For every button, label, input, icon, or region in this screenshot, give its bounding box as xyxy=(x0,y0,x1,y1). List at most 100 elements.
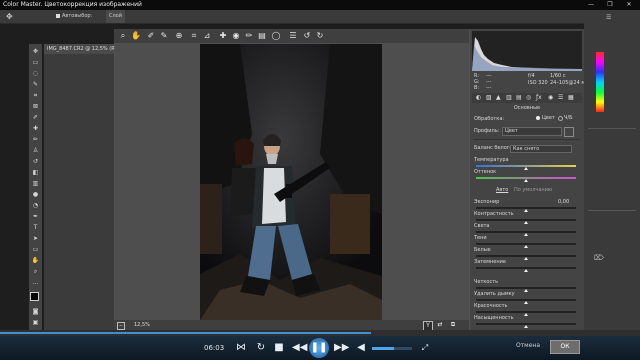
marquee-icon[interactable]: ▭ xyxy=(31,59,40,66)
slider-handle[interactable] xyxy=(524,245,528,248)
move-icon[interactable]: ✥ xyxy=(31,48,40,55)
rotate-cw-icon[interactable]: ↻ xyxy=(315,31,325,41)
snapshots-icon[interactable]: ▦ xyxy=(568,94,574,101)
slider-handle[interactable] xyxy=(524,313,528,316)
default-link[interactable]: По умолчанию xyxy=(514,187,552,193)
pause-button[interactable]: ❚❚ xyxy=(309,338,329,358)
hand-tool-icon[interactable]: ✋ xyxy=(31,257,40,264)
type-icon[interactable]: T xyxy=(31,224,40,231)
ok-button[interactable]: ОК xyxy=(550,340,580,354)
profile-browser-icon[interactable] xyxy=(564,127,574,137)
zoom-icon[interactable]: ⌕ xyxy=(118,31,128,41)
shape-icon[interactable]: ▭ xyxy=(31,246,40,253)
eraser-icon[interactable]: ◧ xyxy=(31,169,40,176)
radial-filter-icon[interactable]: ◯ xyxy=(271,31,281,41)
move-tool-icon[interactable]: ✥ xyxy=(6,10,13,23)
presets-icon[interactable]: ☰ xyxy=(558,94,563,101)
slider-handle[interactable] xyxy=(524,221,528,224)
slider-handle[interactable] xyxy=(524,257,528,260)
screen-mode-icon[interactable]: ▣ xyxy=(31,319,40,326)
lens-icon[interactable]: ◎ xyxy=(526,94,531,101)
processing-color-radio[interactable] xyxy=(536,116,540,120)
options-bar: ✥ Автовыбор: Слой xyxy=(0,10,640,24)
gradient-icon[interactable]: ▥ xyxy=(31,180,40,187)
adjustment-brush-icon[interactable]: ✏ xyxy=(244,31,254,41)
slider-handle[interactable] xyxy=(524,269,528,272)
rotate-ccw-icon[interactable]: ↺ xyxy=(302,31,312,41)
auto-link[interactable]: Авто xyxy=(496,187,508,193)
tone-curve-icon[interactable]: ▨ xyxy=(486,94,492,101)
dodge-icon[interactable]: ◔ xyxy=(31,202,40,209)
hsl-icon[interactable]: ▥ xyxy=(506,94,512,101)
preferences-icon[interactable]: ☰ xyxy=(288,31,298,41)
zoom-tool-icon[interactable]: ⌕ xyxy=(31,268,40,275)
detail-icon[interactable]: ▲ xyxy=(496,94,501,101)
crop-tool-icon[interactable]: ⌗ xyxy=(31,92,40,99)
document-area xyxy=(44,54,114,330)
layer-select[interactable]: Слой xyxy=(106,10,125,23)
fullscreen-icon[interactable]: ⤢ xyxy=(418,342,432,354)
hand-icon[interactable]: ✋ xyxy=(131,31,141,41)
wb-select[interactable]: Как снято xyxy=(510,145,572,153)
slider-handle[interactable] xyxy=(524,325,528,328)
zoom-out-icon[interactable]: − xyxy=(117,322,125,330)
pen-icon[interactable]: ✒ xyxy=(31,213,40,220)
eyedropper-icon[interactable]: ✐ xyxy=(31,114,40,121)
redeye-icon[interactable]: ◉ xyxy=(231,31,241,41)
repeat-icon[interactable]: ↻ xyxy=(254,342,268,354)
path-select-icon[interactable]: ➤ xyxy=(31,235,40,242)
slider-handle[interactable] xyxy=(524,167,528,170)
calibration-icon[interactable]: ◉ xyxy=(548,94,553,101)
straighten-icon[interactable]: ⊿ xyxy=(202,31,212,41)
stamp-icon[interactable]: ♙ xyxy=(31,147,40,154)
slider-handle[interactable] xyxy=(524,301,528,304)
basic-tab-icon[interactable]: ◐ xyxy=(476,94,481,101)
target-adjust-icon[interactable]: ⊕ xyxy=(174,31,184,41)
healing-icon[interactable]: ✚ xyxy=(31,125,40,132)
frame-icon[interactable]: ⊠ xyxy=(31,103,40,110)
close-button[interactable]: ✕ xyxy=(622,0,636,10)
blur-icon[interactable]: ● xyxy=(31,191,40,198)
frame-back-icon[interactable]: ■ xyxy=(272,342,286,354)
volume-icon[interactable]: ◀ xyxy=(354,342,368,354)
slider-handle[interactable] xyxy=(524,289,528,292)
zoom-level[interactable]: 12,5% xyxy=(134,320,150,330)
graduated-filter-icon[interactable]: ▤ xyxy=(257,31,267,41)
preview-canvas[interactable] xyxy=(115,43,469,351)
more-tools-icon[interactable]: … xyxy=(31,279,40,286)
slider-handle[interactable] xyxy=(524,209,528,212)
history-brush-icon[interactable]: ↺ xyxy=(31,158,40,165)
player-title-bar: Color Master. Цветокоррекция изображений… xyxy=(0,0,640,10)
slider-handle[interactable] xyxy=(524,179,528,182)
profile-select[interactable]: Цвет xyxy=(502,127,562,136)
brush-icon[interactable]: ✏ xyxy=(31,136,40,143)
document-tab[interactable]: IMG_8487.CR2 @ 12,5% (RGB/8) xyxy=(44,44,129,54)
split-toning-icon[interactable]: ▤ xyxy=(516,94,522,101)
rewind-icon[interactable]: ◀◀ xyxy=(292,342,307,354)
minimize-button[interactable]: — xyxy=(584,0,598,10)
swap-icon[interactable]: ⇄ xyxy=(436,321,444,329)
copy-settings-icon[interactable]: ⧉ xyxy=(449,321,457,329)
fx-icon[interactable]: ƒx xyxy=(536,94,542,101)
slider-value[interactable]: 0,00 xyxy=(558,199,569,205)
panel-menu-icon[interactable]: ☰ xyxy=(606,14,634,22)
spot-removal-icon[interactable]: ✚ xyxy=(218,31,228,41)
stop-icon[interactable]: ⋈ xyxy=(234,342,248,354)
autoselect-checkbox[interactable] xyxy=(56,14,60,18)
white-balance-icon[interactable]: ✐ xyxy=(146,31,156,41)
color-sampler-icon[interactable]: ✎ xyxy=(159,31,169,41)
volume-slider[interactable] xyxy=(372,347,412,350)
maximize-button[interactable]: ❐ xyxy=(603,0,617,10)
cancel-button[interactable]: Отмена xyxy=(508,340,548,352)
slider-label: Красочность xyxy=(474,303,508,309)
forward-icon[interactable]: ▶▶ xyxy=(334,342,349,354)
trash-icon[interactable]: ⌦ xyxy=(594,254,604,262)
color-spectrum[interactable] xyxy=(596,52,604,112)
lasso-icon[interactable]: ◌ xyxy=(31,70,40,77)
slider-handle[interactable] xyxy=(524,233,528,236)
crop-icon[interactable]: ⌗ xyxy=(189,31,199,41)
processing-bw-radio[interactable] xyxy=(558,116,563,121)
foreground-color-swatch[interactable] xyxy=(30,292,39,301)
quick-select-icon[interactable]: ✎ xyxy=(31,81,40,88)
quick-mask-icon[interactable]: ◙ xyxy=(31,308,40,315)
